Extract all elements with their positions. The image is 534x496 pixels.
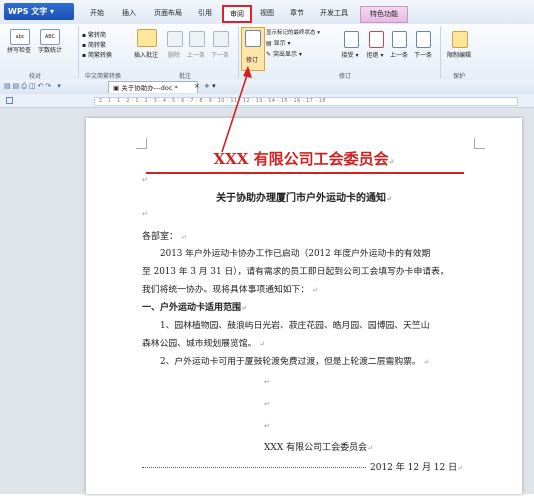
comment-group-label: 批注 bbox=[178, 73, 191, 80]
spellcheck-icon[interactable]: abc bbox=[10, 29, 30, 45]
next-comment-icon[interactable] bbox=[213, 31, 229, 47]
quick-access-icons[interactable]: ▤▤⎙◫↶↷ ▾ bbox=[4, 82, 63, 91]
reject-icon[interactable] bbox=[369, 31, 384, 48]
insert-comment-label[interactable]: 插入批注 bbox=[128, 50, 164, 59]
tab-insert[interactable]: 插入 bbox=[118, 6, 140, 21]
highlight-changes-dropdown[interactable]: ✎ 突出显示 ▾ bbox=[266, 49, 316, 58]
paragraph-1-line-2: 至 2013 年 3 月 31 日），请有需求的员工即日起到公司工会填写办卡申请… bbox=[142, 267, 449, 277]
accept-label[interactable]: 接受 ▾ bbox=[340, 50, 360, 59]
salutation: 各部室： ↵ bbox=[142, 232, 187, 242]
tab-review[interactable]: 审阅 bbox=[222, 5, 252, 23]
prev-change-label[interactable]: 上一条 bbox=[388, 50, 410, 59]
paragraph-mark: ↵ bbox=[142, 210, 148, 218]
letterhead-rule bbox=[146, 172, 464, 174]
tab-references[interactable]: 引用 bbox=[194, 6, 216, 21]
tab-developer[interactable]: 开发工具 bbox=[316, 6, 352, 21]
track-changes-label[interactable]: 修订 bbox=[241, 55, 263, 64]
paragraph-mark: ↵ bbox=[264, 378, 270, 386]
signature: XXX 有限公司工会委员会↵ bbox=[264, 443, 373, 453]
paragraph-mark: ↵ bbox=[142, 176, 148, 184]
document-tab-title: 关于协助办---doc * bbox=[121, 84, 178, 92]
tab-home[interactable]: 开始 bbox=[86, 6, 108, 21]
convert-button[interactable]: ▪ 简繁转换 bbox=[82, 50, 116, 59]
delete-comment-label[interactable]: 删除 bbox=[166, 50, 182, 59]
close-tab-icon[interactable]: × bbox=[194, 82, 200, 90]
track-group-label: 修订 bbox=[338, 73, 351, 80]
tab-chapter[interactable]: 章节 bbox=[286, 6, 308, 21]
markup-state-dropdown[interactable]: 显示标记的最终状态 ▾ bbox=[266, 28, 338, 36]
document-title: 关于协助办理厦门市户外运动卡的通知↵ bbox=[216, 193, 392, 204]
section-1-heading: 一、户外运动卡适用范围↵ bbox=[142, 303, 247, 313]
date-leader-dots bbox=[142, 467, 366, 469]
word-count-icon[interactable]: ABC bbox=[40, 29, 60, 45]
next-change-label[interactable]: 下一条 bbox=[412, 50, 434, 59]
new-tab-icon[interactable]: + ▾ bbox=[204, 82, 216, 90]
lock-icon[interactable] bbox=[452, 31, 468, 48]
prev-change-icon[interactable] bbox=[392, 31, 407, 48]
item-1-line-1: 1、园林植物园、鼓浪屿日光岩、菽庄花园、皓月园、园博园、天竺山 bbox=[160, 321, 430, 331]
word-count-label[interactable]: 字数统计 bbox=[34, 45, 66, 54]
tab-view[interactable]: 视图 bbox=[256, 6, 278, 21]
track-changes-icon[interactable] bbox=[245, 30, 261, 47]
wps-menu-label: WPS 文字 bbox=[8, 7, 48, 16]
tab-stop-selector[interactable] bbox=[6, 97, 13, 104]
item-1-line-2: 森林公园、城市规划展览馆。 ↵ bbox=[142, 339, 266, 349]
prev-comment-icon[interactable] bbox=[189, 31, 205, 47]
ribbon-separator bbox=[440, 26, 441, 78]
paragraph-mark: ↵ bbox=[264, 422, 270, 430]
spellcheck-label[interactable]: 拼写检查 bbox=[3, 45, 35, 54]
reject-label[interactable]: 拒绝 ▾ bbox=[365, 50, 385, 59]
date-line: 2012 年 12 月 12 日↵ bbox=[370, 463, 463, 473]
item-2: 2、户外运动卡可用于厦鼓轮渡免费过渡，但是上轮渡二层需购票。 ↵ bbox=[160, 357, 430, 367]
accept-icon[interactable] bbox=[344, 31, 359, 48]
letterhead: XXX 有限公司工会委员会↵ bbox=[213, 150, 395, 168]
wps-menu-button[interactable]: WPS 文字 ▾ bbox=[4, 3, 74, 20]
protect-group-label: 保护 bbox=[452, 73, 465, 80]
insert-comment-icon[interactable] bbox=[137, 29, 157, 47]
show-dropdown[interactable]: ▤ 显示 ▾ bbox=[266, 38, 306, 47]
next-comment-label[interactable]: 下一条 bbox=[208, 50, 232, 59]
horizontal-ruler[interactable]: · 2 · 1 · 1 · 2 · 1 · 2 · 3 · 4 · 5 · 6 … bbox=[94, 97, 518, 106]
to-traditional-button[interactable]: ▪ 繁转简 bbox=[82, 30, 116, 39]
tab-special-features[interactable]: 特色功能 bbox=[360, 6, 408, 23]
paragraph-mark: ↵ bbox=[264, 400, 270, 408]
restrict-edit-label[interactable]: 限制编辑 bbox=[444, 50, 474, 59]
delete-comment-icon[interactable] bbox=[167, 31, 183, 47]
quick-access-bar bbox=[0, 80, 534, 95]
ribbon-separator bbox=[238, 26, 239, 78]
paragraph-1-line-1: 2013 年户外运动卡协办工作已启动（2012 年度户外运动卡的有效期 bbox=[160, 249, 431, 259]
to-simplified-button[interactable]: ▪ 简转繁 bbox=[82, 40, 116, 49]
document-tab[interactable]: ▣ 关于协助办---doc * bbox=[108, 81, 198, 93]
chinese-convert-group-label: 中文简繁转换 bbox=[84, 73, 121, 80]
tab-page-layout[interactable]: 页面布局 bbox=[148, 6, 188, 21]
proofread-group-label: 校对 bbox=[28, 73, 41, 80]
paragraph-1-line-3: 我们将统一协办。现将具体事项通知如下： ↵ bbox=[142, 285, 318, 295]
next-change-icon[interactable] bbox=[416, 31, 431, 48]
ribbon-separator bbox=[78, 26, 79, 78]
prev-comment-label[interactable]: 上一条 bbox=[184, 50, 208, 59]
